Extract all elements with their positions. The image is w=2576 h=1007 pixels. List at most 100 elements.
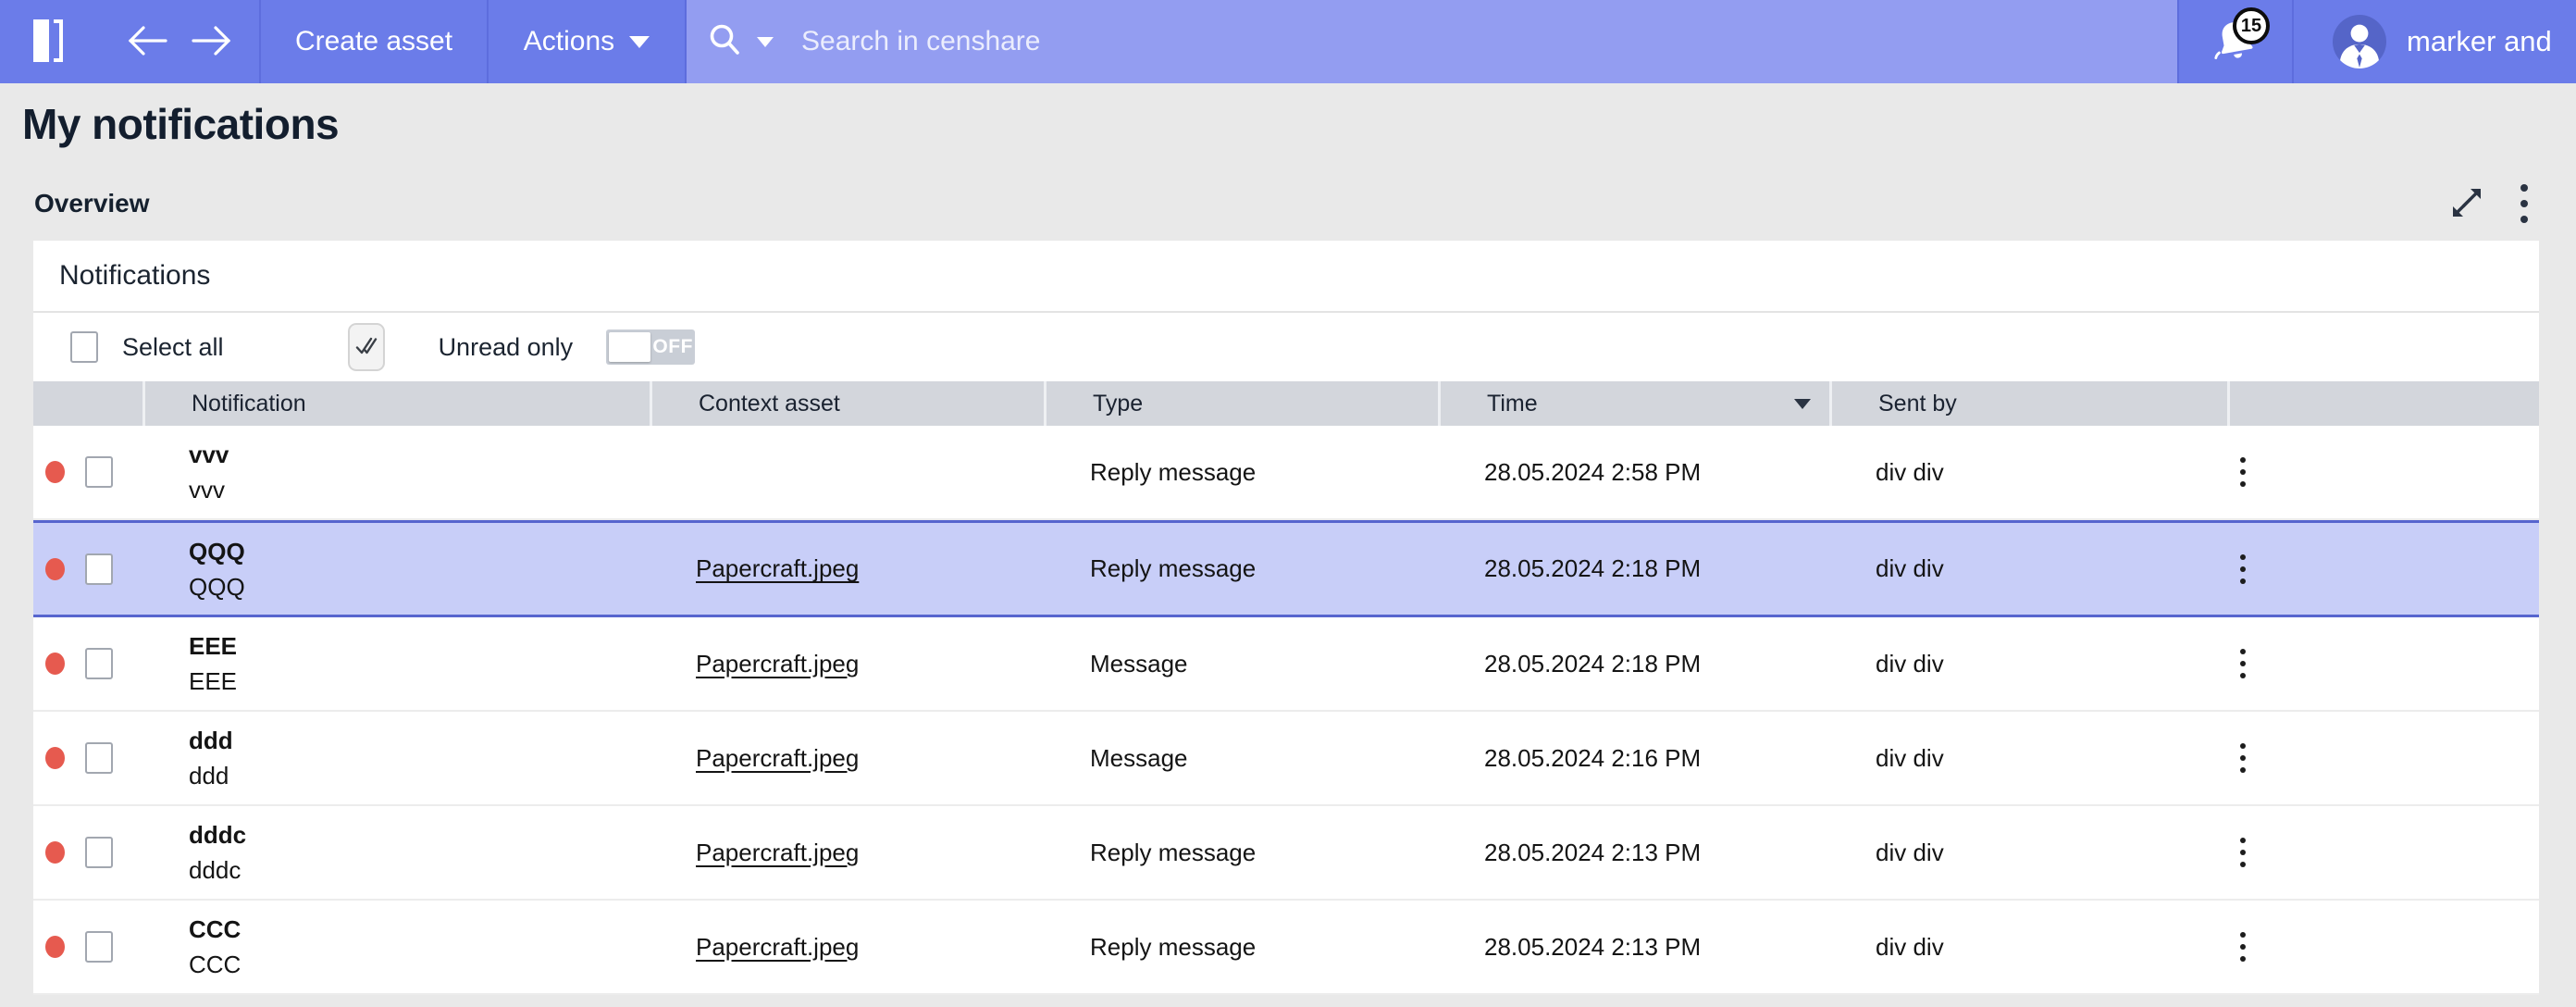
row-time-cell: 28.05.2024 2:16 PM	[1438, 712, 1829, 804]
row-kebab-menu-button[interactable]	[2231, 448, 2255, 496]
row-kebab-menu-button[interactable]	[2231, 828, 2255, 876]
column-header-context-asset[interactable]: Context asset	[650, 381, 1044, 426]
row-checkbox[interactable]	[85, 837, 113, 868]
kebab-menu-icon	[2240, 932, 2246, 938]
search-bar	[687, 0, 2177, 83]
row-context-cell: Papercraft.jpeg	[650, 523, 1044, 615]
search-scope-caret-icon[interactable]	[757, 37, 774, 47]
create-asset-button[interactable]: Create asset	[261, 0, 487, 83]
notification-row[interactable]: dddc dddc Papercraft.jpeg Reply message …	[33, 806, 2539, 901]
row-checkbox[interactable]	[85, 742, 113, 774]
notification-time: 28.05.2024 2:18 PM	[1484, 554, 1701, 583]
select-all-checkbox[interactable]	[70, 331, 98, 363]
context-asset-link[interactable]: Papercraft.jpeg	[696, 933, 859, 962]
row-time-cell: 28.05.2024 2:58 PM	[1438, 426, 1829, 518]
sidebar-toggle-button[interactable]	[33, 0, 63, 83]
arrow-right-icon	[192, 24, 232, 60]
row-status-cell	[33, 806, 142, 899]
notification-row[interactable]: vvv vvv Reply message 28.05.2024 2:58 PM…	[33, 426, 2539, 520]
user-menu-button[interactable]: marker and	[2294, 0, 2576, 83]
row-kebab-menu-button[interactable]	[2231, 923, 2255, 971]
notification-time: 28.05.2024 2:13 PM	[1484, 933, 1701, 962]
notification-title: ddd	[189, 727, 233, 753]
back-button[interactable]	[115, 0, 180, 83]
row-time-cell: 28.05.2024 2:18 PM	[1438, 617, 1829, 710]
notifications-bell-button[interactable]: 15	[2179, 0, 2292, 83]
context-asset-link[interactable]: Papercraft.jpeg	[696, 839, 859, 867]
user-name: marker and	[2407, 25, 2552, 58]
notification-sender: div div	[1876, 458, 1944, 487]
kebab-menu-icon	[2240, 743, 2246, 749]
row-type-cell: Reply message	[1044, 523, 1438, 615]
row-kebab-menu-button[interactable]	[2231, 734, 2255, 782]
row-kebab-menu-button[interactable]	[2231, 545, 2255, 593]
context-asset-link[interactable]: Papercraft.jpeg	[696, 650, 859, 678]
notification-time: 28.05.2024 2:18 PM	[1484, 650, 1701, 678]
notification-sender: div div	[1876, 650, 1944, 678]
overview-title: Overview	[34, 189, 150, 218]
notification-title: EEE	[189, 633, 237, 659]
row-checkbox[interactable]	[85, 931, 113, 963]
notification-subtitle: QQQ	[189, 574, 245, 600]
row-checkbox[interactable]	[85, 456, 113, 488]
unread-dot	[45, 747, 65, 769]
mark-all-read-button[interactable]	[348, 323, 385, 371]
notification-row[interactable]: EEE EEE Papercraft.jpeg Message 28.05.20…	[33, 617, 2539, 712]
panel-title: Notifications	[59, 260, 210, 292]
notification-row[interactable]: CCC CCC Papercraft.jpeg Reply message 28…	[33, 901, 2539, 995]
panel-header: Notifications	[33, 241, 2539, 313]
search-input[interactable]	[788, 26, 2177, 57]
column-header-time[interactable]: Time	[1438, 381, 1829, 426]
row-type-cell: Message	[1044, 617, 1438, 710]
context-asset-link[interactable]: Papercraft.jpeg	[696, 554, 859, 583]
row-actions-cell	[2227, 617, 2539, 710]
forward-button[interactable]	[180, 0, 244, 83]
notifications-panel: Notifications Select all Unread only OFF	[33, 241, 2539, 995]
actions-label: Actions	[524, 26, 614, 57]
notification-subtitle: dddc	[189, 857, 241, 883]
context-asset-link[interactable]: Papercraft.jpeg	[696, 744, 859, 773]
row-notification-cell: CCC CCC	[142, 901, 650, 993]
row-sent-by-cell: div div	[1829, 901, 2227, 993]
notification-sender: div div	[1876, 839, 1944, 867]
expand-icon	[2448, 184, 2485, 224]
column-header-type[interactable]: Type	[1044, 381, 1438, 426]
row-time-cell: 28.05.2024 2:13 PM	[1438, 901, 1829, 993]
page-title: My notifications	[22, 96, 2576, 152]
row-kebab-menu-button[interactable]	[2231, 640, 2255, 688]
row-status-cell	[33, 712, 142, 804]
expand-widget-button[interactable]	[2445, 180, 2489, 228]
row-notification-cell: EEE EEE	[142, 617, 650, 710]
notification-type: Message	[1090, 744, 1188, 773]
kebab-menu-icon	[2240, 838, 2246, 843]
row-context-cell: Papercraft.jpeg	[650, 617, 1044, 710]
notification-time: 28.05.2024 2:13 PM	[1484, 839, 1701, 867]
notification-subtitle: CCC	[189, 951, 241, 977]
notification-subtitle: ddd	[189, 763, 229, 789]
topbar-left-group	[0, 0, 259, 83]
table-header: Notification Context asset Type Time Sen…	[33, 381, 2539, 426]
actions-menu-button[interactable]: Actions	[489, 0, 685, 83]
widget-kebab-menu-button[interactable]	[2517, 180, 2532, 227]
row-checkbox[interactable]	[85, 553, 113, 585]
row-sent-by-cell: div div	[1829, 712, 2227, 804]
row-sent-by-cell: div div	[1829, 806, 2227, 899]
row-type-cell: Reply message	[1044, 901, 1438, 993]
notification-subtitle: EEE	[189, 668, 237, 694]
notification-title: vvv	[189, 441, 229, 467]
row-checkbox[interactable]	[85, 648, 113, 679]
notification-type: Reply message	[1090, 458, 1256, 487]
notification-row[interactable]: ddd ddd Papercraft.jpeg Message 28.05.20…	[33, 712, 2539, 806]
double-check-icon	[354, 334, 378, 361]
notification-row[interactable]: QQQ QQQ Papercraft.jpeg Reply message 28…	[33, 520, 2539, 617]
column-header-sent-by[interactable]: Sent by	[1829, 381, 2227, 426]
panel-controls: Select all Unread only OFF	[33, 313, 2539, 381]
unread-only-label: Unread only	[439, 333, 574, 362]
kebab-menu-icon	[2240, 457, 2246, 463]
column-header-notification[interactable]: Notification	[142, 381, 650, 426]
row-actions-cell	[2227, 712, 2539, 804]
row-sent-by-cell: div div	[1829, 617, 2227, 710]
notification-count-badge: 15	[2233, 7, 2270, 44]
unread-only-toggle[interactable]: OFF	[606, 329, 695, 365]
row-status-cell	[33, 901, 142, 993]
